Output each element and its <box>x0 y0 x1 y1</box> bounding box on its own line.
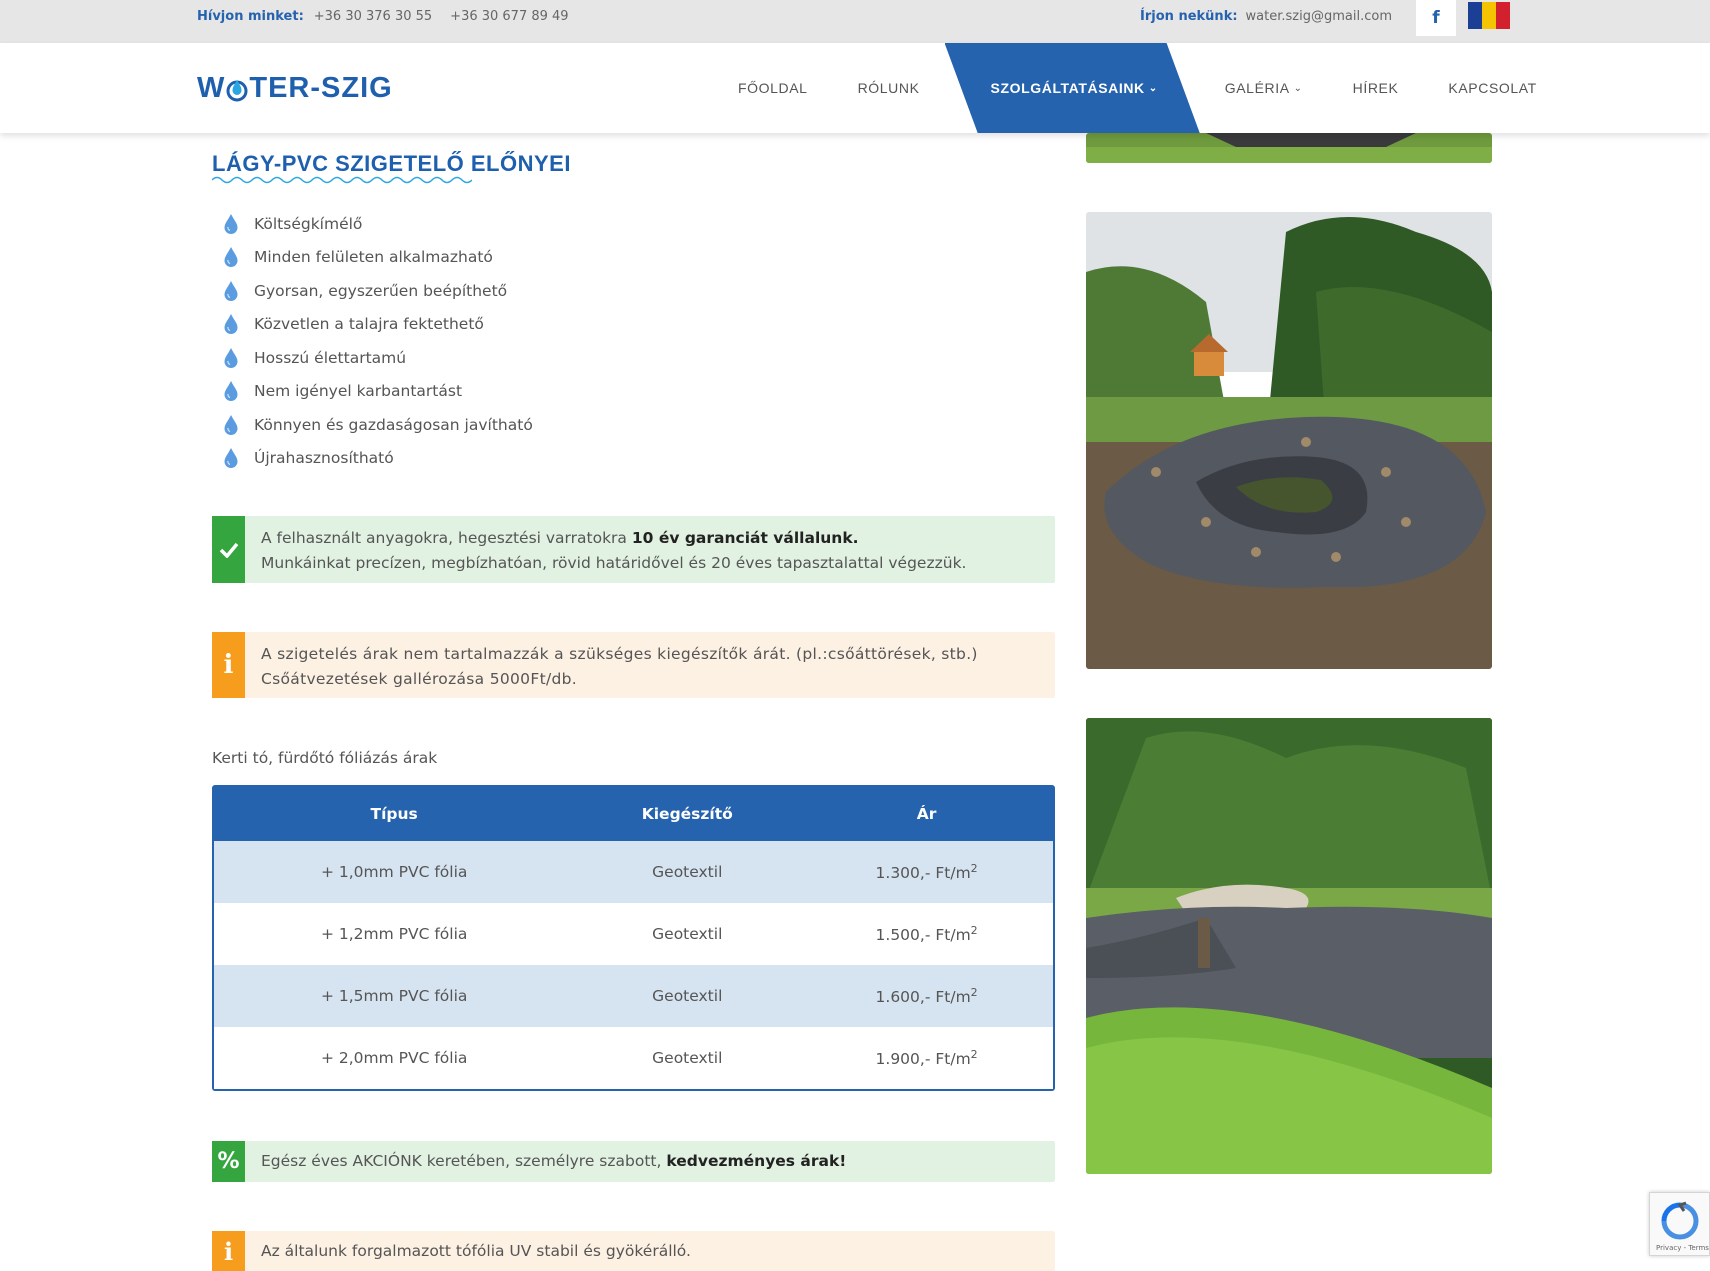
water-drop-icon <box>224 414 238 435</box>
nav-item-contact[interactable]: KAPCSOLAT <box>1423 43 1561 133</box>
column-header-type: Típus <box>214 787 575 841</box>
water-drop-icon <box>224 347 238 368</box>
nav-item-gallery[interactable]: GALÉRIA ⌄ <box>1200 43 1328 133</box>
pond-photo-construction <box>1086 212 1492 669</box>
water-drop-icon <box>224 213 238 234</box>
table-row: + 2,0mm PVC fólia Geotextil 1.900,- Ft/m… <box>214 1027 1053 1089</box>
guarantee-text: A felhasznált anyagokra, hegesztési varr… <box>261 529 967 572</box>
pond-photo-liner <box>1086 718 1492 1174</box>
water-drop-icon <box>224 381 238 402</box>
column-header-extra: Kiegészítő <box>574 787 801 841</box>
water-drop-icon <box>224 448 238 469</box>
table-row: + 1,5mm PVC fólia Geotextil 1.600,- Ft/m… <box>214 965 1053 1027</box>
contact-email: Írjon nekünk: water.szig@gmail.com f <box>1140 0 1510 36</box>
email-link[interactable]: water.szig@gmail.com <box>1246 9 1392 24</box>
price-table-caption: Kerti tó, fürdőtó fóliázás árak <box>212 749 438 767</box>
cell-extra: Geotextil <box>574 965 801 1027</box>
pond-photo-top <box>1086 133 1492 163</box>
table-header-row: Típus Kiegészítő Ár <box>214 787 1053 841</box>
water-drop-icon <box>224 247 238 268</box>
promo-text: Egész éves AKCIÓNK keretében, személyre … <box>261 1152 847 1170</box>
cell-extra: Geotextil <box>574 841 801 903</box>
benefit-item: Közvetlen a talajra fektethető <box>222 308 533 342</box>
table-row: + 1,0mm PVC fólia Geotextil 1.300,- Ft/m… <box>214 841 1053 903</box>
cell-price: 1.500,- Ft/m2 <box>800 903 1053 965</box>
chevron-down-icon: ⌄ <box>1148 82 1158 94</box>
site-header: W TER-SZIG FŐOLDAL RÓLUNK SZOLGÁLTATÁSAI… <box>0 43 1710 133</box>
nav-item-services[interactable]: SZOLGÁLTATÁSAINK ⌄ <box>945 43 1200 133</box>
cell-type: + 1,0mm PVC fólia <box>214 841 575 903</box>
nav-item-news[interactable]: HÍREK <box>1328 43 1424 133</box>
check-icon <box>212 516 245 583</box>
main-nav: FŐOLDAL RÓLUNK SZOLGÁLTATÁSAINK ⌄ GALÉRIA… <box>713 43 1562 133</box>
logo-drop-icon <box>226 74 248 102</box>
recaptcha-text[interactable]: Privacy - Terms <box>1656 1244 1709 1252</box>
benefit-item: Könnyen és gazdaságosan javítható <box>222 408 533 442</box>
site-logo[interactable]: W TER-SZIG <box>197 71 393 105</box>
benefit-item: Újrahasznosítható <box>222 442 533 476</box>
percent-icon: % <box>212 1141 245 1182</box>
info-icon: i <box>212 632 245 698</box>
column-header-price: Ár <box>800 787 1053 841</box>
benefit-item: Gyorsan, egyszerűen beépíthető <box>222 274 533 308</box>
phone-link-1[interactable]: +36 30 376 30 55 <box>314 9 432 24</box>
cell-type: + 1,5mm PVC fólia <box>214 965 575 1027</box>
guarantee-alert: A felhasznált anyagokra, hegesztési varr… <box>212 516 1055 583</box>
top-bar: Hívjon minket: +36 30 376 30 55 +36 30 6… <box>0 0 1710 43</box>
benefit-item: Költségkímélő <box>222 207 533 241</box>
cell-price: 1.300,- Ft/m2 <box>800 841 1053 903</box>
promo-alert: % Egész éves AKCIÓNK keretében, személyr… <box>212 1141 1055 1182</box>
benefits-list: Költségkímélő Minden felületen alkalmazha… <box>222 207 533 475</box>
recaptcha-badge[interactable]: Privacy - Terms <box>1649 1192 1710 1256</box>
cell-type: + 1,2mm PVC fólia <box>214 903 575 965</box>
cell-price: 1.900,- Ft/m2 <box>800 1027 1053 1089</box>
cell-price: 1.600,- Ft/m2 <box>800 965 1053 1027</box>
info-icon: i <box>212 1231 245 1271</box>
cell-type: + 2,0mm PVC fólia <box>214 1027 575 1089</box>
uv-info-text: Az általunk forgalmazott tófólia UV stab… <box>261 1242 691 1260</box>
benefit-item: Minden felületen alkalmazható <box>222 241 533 275</box>
chevron-down-icon: ⌄ <box>1293 82 1303 94</box>
phone-link-2[interactable]: +36 30 677 89 49 <box>450 9 568 24</box>
call-label: Hívjon minket: <box>197 9 304 24</box>
facebook-button[interactable]: f <box>1416 0 1456 36</box>
romanian-flag-icon[interactable] <box>1468 2 1510 29</box>
water-drop-icon <box>224 280 238 301</box>
logo-text-right: TER-SZIG <box>249 71 393 104</box>
facebook-icon: f <box>1432 8 1440 28</box>
benefit-item: Nem igényel karbantartást <box>222 375 533 409</box>
logo-text-left: W <box>197 71 226 104</box>
section-title: LÁGY-PVC SZIGETELŐ ELŐNYEI <box>212 151 571 176</box>
write-label: Írjon nekünk: <box>1140 9 1238 24</box>
title-wave-underline <box>212 176 472 184</box>
recaptcha-icon <box>1661 1201 1699 1240</box>
cell-extra: Geotextil <box>574 903 801 965</box>
pricing-info-text: A szigetelés árak nem tartalmazzák a szü… <box>261 645 978 688</box>
nav-item-home[interactable]: FŐOLDAL <box>713 43 833 133</box>
water-drop-icon <box>224 314 238 335</box>
table-row: + 1,2mm PVC fólia Geotextil 1.500,- Ft/m… <box>214 903 1053 965</box>
uv-info-alert: i Az általunk forgalmazott tófólia UV st… <box>212 1231 1055 1271</box>
cell-extra: Geotextil <box>574 1027 801 1089</box>
pricing-info-alert: i A szigetelés árak nem tartalmazzák a s… <box>212 632 1055 698</box>
contact-phones: Hívjon minket: +36 30 376 30 55 +36 30 6… <box>197 0 587 33</box>
benefit-item: Hosszú élettartamú <box>222 341 533 375</box>
nav-item-about[interactable]: RÓLUNK <box>833 43 945 133</box>
price-table: Típus Kiegészítő Ár + 1,0mm PVC fólia Ge… <box>212 785 1055 1091</box>
